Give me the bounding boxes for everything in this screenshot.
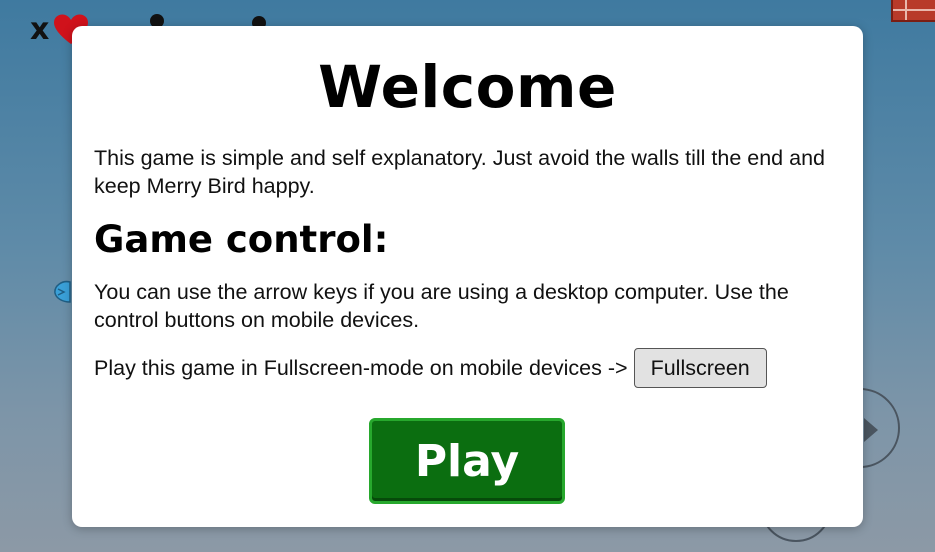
fullscreen-button[interactable]: Fullscreen [633,348,767,388]
fullscreen-prompt: Play this game in Fullscreen-mode on mob… [94,355,628,380]
bird [52,280,74,304]
controls-description: You can use the arrow keys if you are us… [94,280,789,332]
brick-wall [891,0,935,22]
controls-heading: Game control: [94,218,389,261]
intro-text: This game is simple and self explanatory… [94,146,825,198]
lives-prefix: x [30,12,50,47]
fullscreen-row: Play this game in Fullscreen-mode on mob… [94,348,841,388]
arrow-right-icon [864,418,878,442]
dialog-title: Welcome [318,53,617,121]
play-button[interactable]: Play [369,418,565,504]
welcome-dialog: Welcome This game is simple and self exp… [72,26,863,527]
